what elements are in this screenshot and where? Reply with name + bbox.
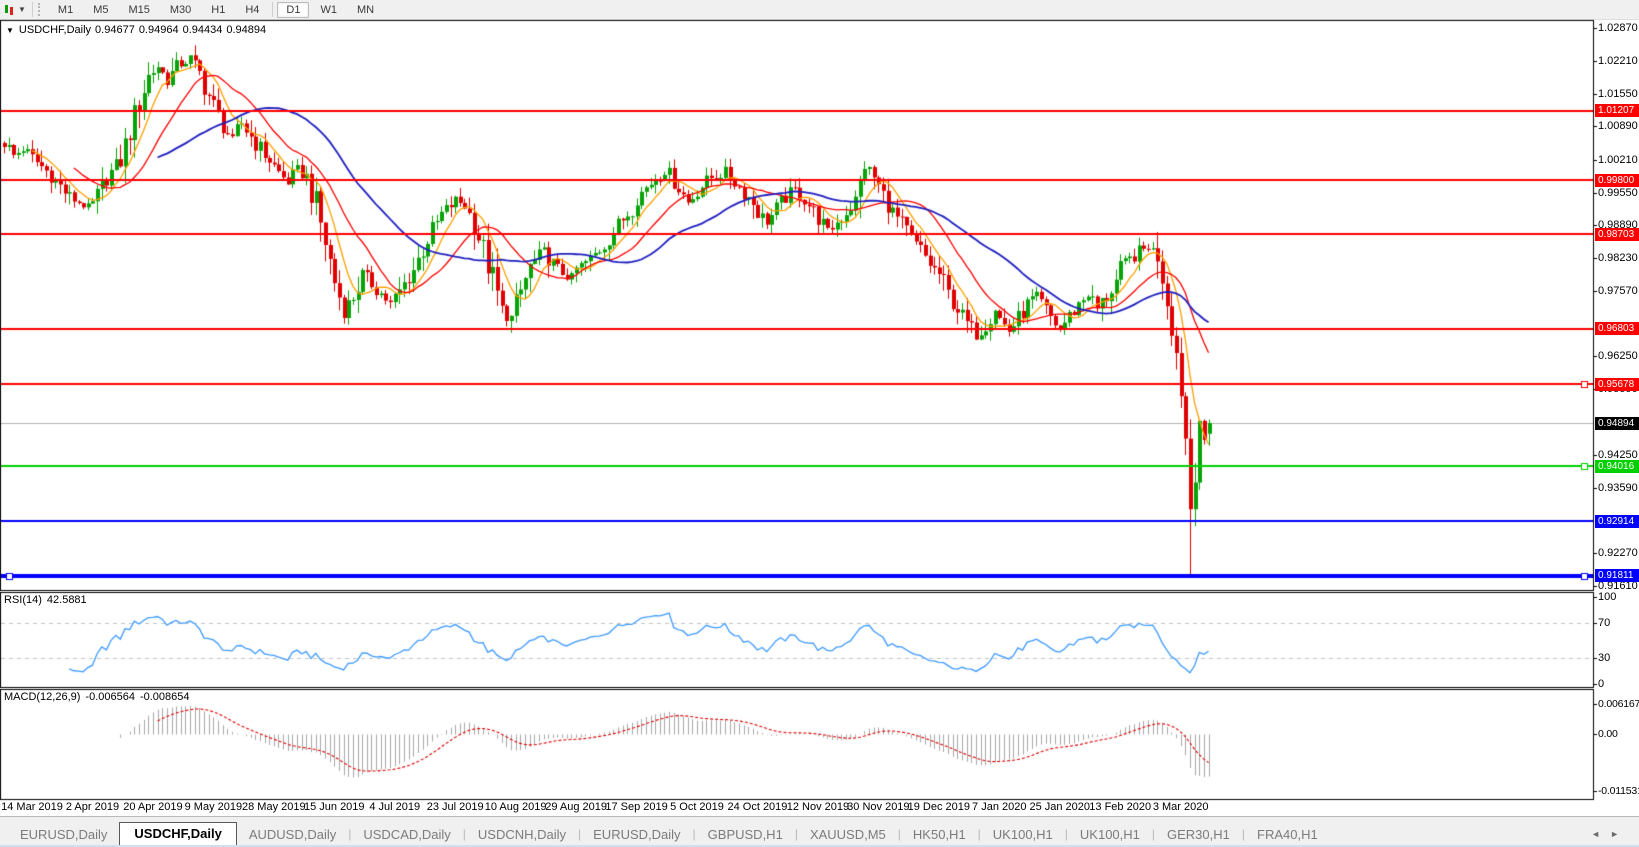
ohlc-low: 0.94434 bbox=[183, 24, 223, 36]
chart-tab-gbpusd-h1[interactable]: GBPUSD,H1 bbox=[696, 824, 795, 846]
chart-tab-uk100-h1[interactable]: UK100,H1 bbox=[1068, 824, 1152, 846]
date-axis-label: 4 Jul 2019 bbox=[369, 801, 420, 813]
level-price-label[interactable]: 0.95678 bbox=[1595, 378, 1639, 391]
date-axis-label: 10 Aug 2019 bbox=[485, 801, 547, 813]
rsi-name: RSI(14) bbox=[4, 594, 42, 606]
date-axis-label: 13 Feb 2020 bbox=[1089, 801, 1151, 813]
price-tick-label: 0.97570 bbox=[1598, 285, 1638, 297]
date-axis-label: 14 Mar 2019 bbox=[1, 801, 63, 813]
macd-tick-label: 0.006167 bbox=[1598, 698, 1639, 710]
level-price-label[interactable]: 0.92914 bbox=[1595, 515, 1639, 528]
date-axis-label: 30 Nov 2019 bbox=[847, 801, 909, 813]
price-tick-label: 0.98230 bbox=[1598, 252, 1638, 264]
chart-tab-hk50-h1[interactable]: HK50,H1 bbox=[901, 824, 978, 846]
macd-tick-label: -0.011531 bbox=[1598, 785, 1639, 797]
tab-scroll-right-icon[interactable]: ► bbox=[1610, 829, 1629, 839]
level-price-label[interactable]: 1.01207 bbox=[1595, 104, 1639, 117]
date-axis-label: 25 Jan 2020 bbox=[1029, 801, 1090, 813]
macd-tick-label: 0.00 bbox=[1598, 728, 1618, 740]
price-tick-label: 0.96250 bbox=[1598, 350, 1638, 362]
macd-name: MACD(12,26,9) bbox=[4, 691, 80, 703]
ohlc-close: 0.94894 bbox=[226, 24, 266, 36]
level-price-label[interactable]: 0.94016 bbox=[1595, 460, 1639, 473]
chart-tab-bar: EURUSD,DailyUSDCHF,DailyAUDUSD,Daily|USD… bbox=[0, 816, 1639, 846]
level-price-label[interactable]: 0.96803 bbox=[1595, 322, 1639, 335]
chart-title: ▼ USDCHF,Daily 0.94677 0.94964 0.944340.9489… bbox=[6, 24, 270, 36]
date-axis-label: 12 Nov 2019 bbox=[787, 801, 849, 813]
chart-canvas[interactable] bbox=[0, 0, 1639, 847]
chart-tab-usdchf-daily[interactable]: USDCHF,Daily bbox=[119, 822, 236, 846]
chart-tab-audusd-daily[interactable]: AUDUSD,Daily bbox=[237, 824, 348, 846]
price-tick-label: 1.00890 bbox=[1598, 120, 1638, 132]
date-axis-label: 3 Mar 2020 bbox=[1153, 801, 1209, 813]
price-tick-label: 0.92270 bbox=[1598, 547, 1638, 559]
level-price-label[interactable]: 0.99800 bbox=[1595, 174, 1639, 187]
price-tick-label: 1.01550 bbox=[1598, 88, 1638, 100]
macd-indicator-label: MACD(12,26,9) -0.006564 -0.008654 bbox=[4, 691, 195, 703]
rsi-tick-label: 70 bbox=[1598, 617, 1610, 629]
date-axis-label: 17 Sep 2019 bbox=[605, 801, 667, 813]
level-price-label[interactable]: 0.98703 bbox=[1595, 228, 1639, 241]
date-axis-label: 19 Dec 2019 bbox=[908, 801, 970, 813]
trading-terminal-window: ▼ M1M5M15M30H1H4D1W1MN ▼USDCHF,Daily0.94… bbox=[0, 0, 1639, 847]
level-price-label[interactable]: 0.91811 bbox=[1595, 569, 1639, 582]
price-tick-label: 0.99550 bbox=[1598, 187, 1638, 199]
ohlc-open: 0.94677 bbox=[95, 24, 135, 36]
tab-scroll-left-icon[interactable]: ◄ bbox=[1591, 829, 1610, 839]
date-axis-label: 23 Jul 2019 bbox=[427, 801, 484, 813]
rsi-tick-label: 100 bbox=[1598, 591, 1616, 603]
price-tick-label: 0.93590 bbox=[1598, 482, 1638, 494]
date-axis-label: 5 Oct 2019 bbox=[670, 801, 724, 813]
chart-tab-eurusd-daily[interactable]: EURUSD,Daily bbox=[581, 824, 692, 846]
price-tick-label: 1.02210 bbox=[1598, 55, 1638, 67]
price-tick-label: 1.02870 bbox=[1598, 22, 1638, 34]
chart-tab-xauusd-m5[interactable]: XAUUSD,M5 bbox=[798, 824, 898, 846]
macd-signal-value: -0.008654 bbox=[140, 691, 190, 703]
chart-tab-uk100-h1[interactable]: UK100,H1 bbox=[981, 824, 1065, 846]
date-axis-label: 15 Jun 2019 bbox=[304, 801, 365, 813]
date-axis-label: 2 Apr 2019 bbox=[66, 801, 119, 813]
date-axis-label: 24 Oct 2019 bbox=[727, 801, 787, 813]
chart-tab-usdcnh-daily[interactable]: USDCNH,Daily bbox=[466, 824, 578, 846]
date-axis-label: 7 Jan 2020 bbox=[972, 801, 1026, 813]
rsi-indicator-label: RSI(14) 42.5881 bbox=[4, 594, 92, 606]
chart-tab-ger30-h1[interactable]: GER30,H1 bbox=[1155, 824, 1242, 846]
date-axis-label: 20 Apr 2019 bbox=[123, 801, 182, 813]
macd-main-value: -0.006564 bbox=[85, 691, 135, 703]
date-axis-label: 9 May 2019 bbox=[185, 801, 242, 813]
chart-tab-fra40-h1[interactable]: FRA40,H1 bbox=[1245, 824, 1330, 846]
date-axis-label: 28 May 2019 bbox=[242, 801, 306, 813]
chart-tab-usdcad-daily[interactable]: USDCAD,Daily bbox=[351, 824, 462, 846]
collapse-triangle-icon[interactable]: ▼ bbox=[6, 26, 14, 35]
chart-symbol: USDCHF,Daily bbox=[19, 24, 91, 36]
chart-tab-eurusd-daily[interactable]: EURUSD,Daily bbox=[8, 824, 119, 846]
price-tick-label: 1.00210 bbox=[1598, 154, 1638, 166]
date-axis-label: 29 Aug 2019 bbox=[545, 801, 607, 813]
current-price-label: 0.94894 bbox=[1595, 417, 1639, 430]
rsi-tick-label: 0 bbox=[1598, 678, 1604, 690]
rsi-value: 42.5881 bbox=[47, 594, 87, 606]
rsi-tick-label: 30 bbox=[1598, 652, 1610, 664]
tab-scroll-arrows: ◄► bbox=[1591, 829, 1629, 839]
ohlc-high: 0.94964 bbox=[139, 24, 179, 36]
